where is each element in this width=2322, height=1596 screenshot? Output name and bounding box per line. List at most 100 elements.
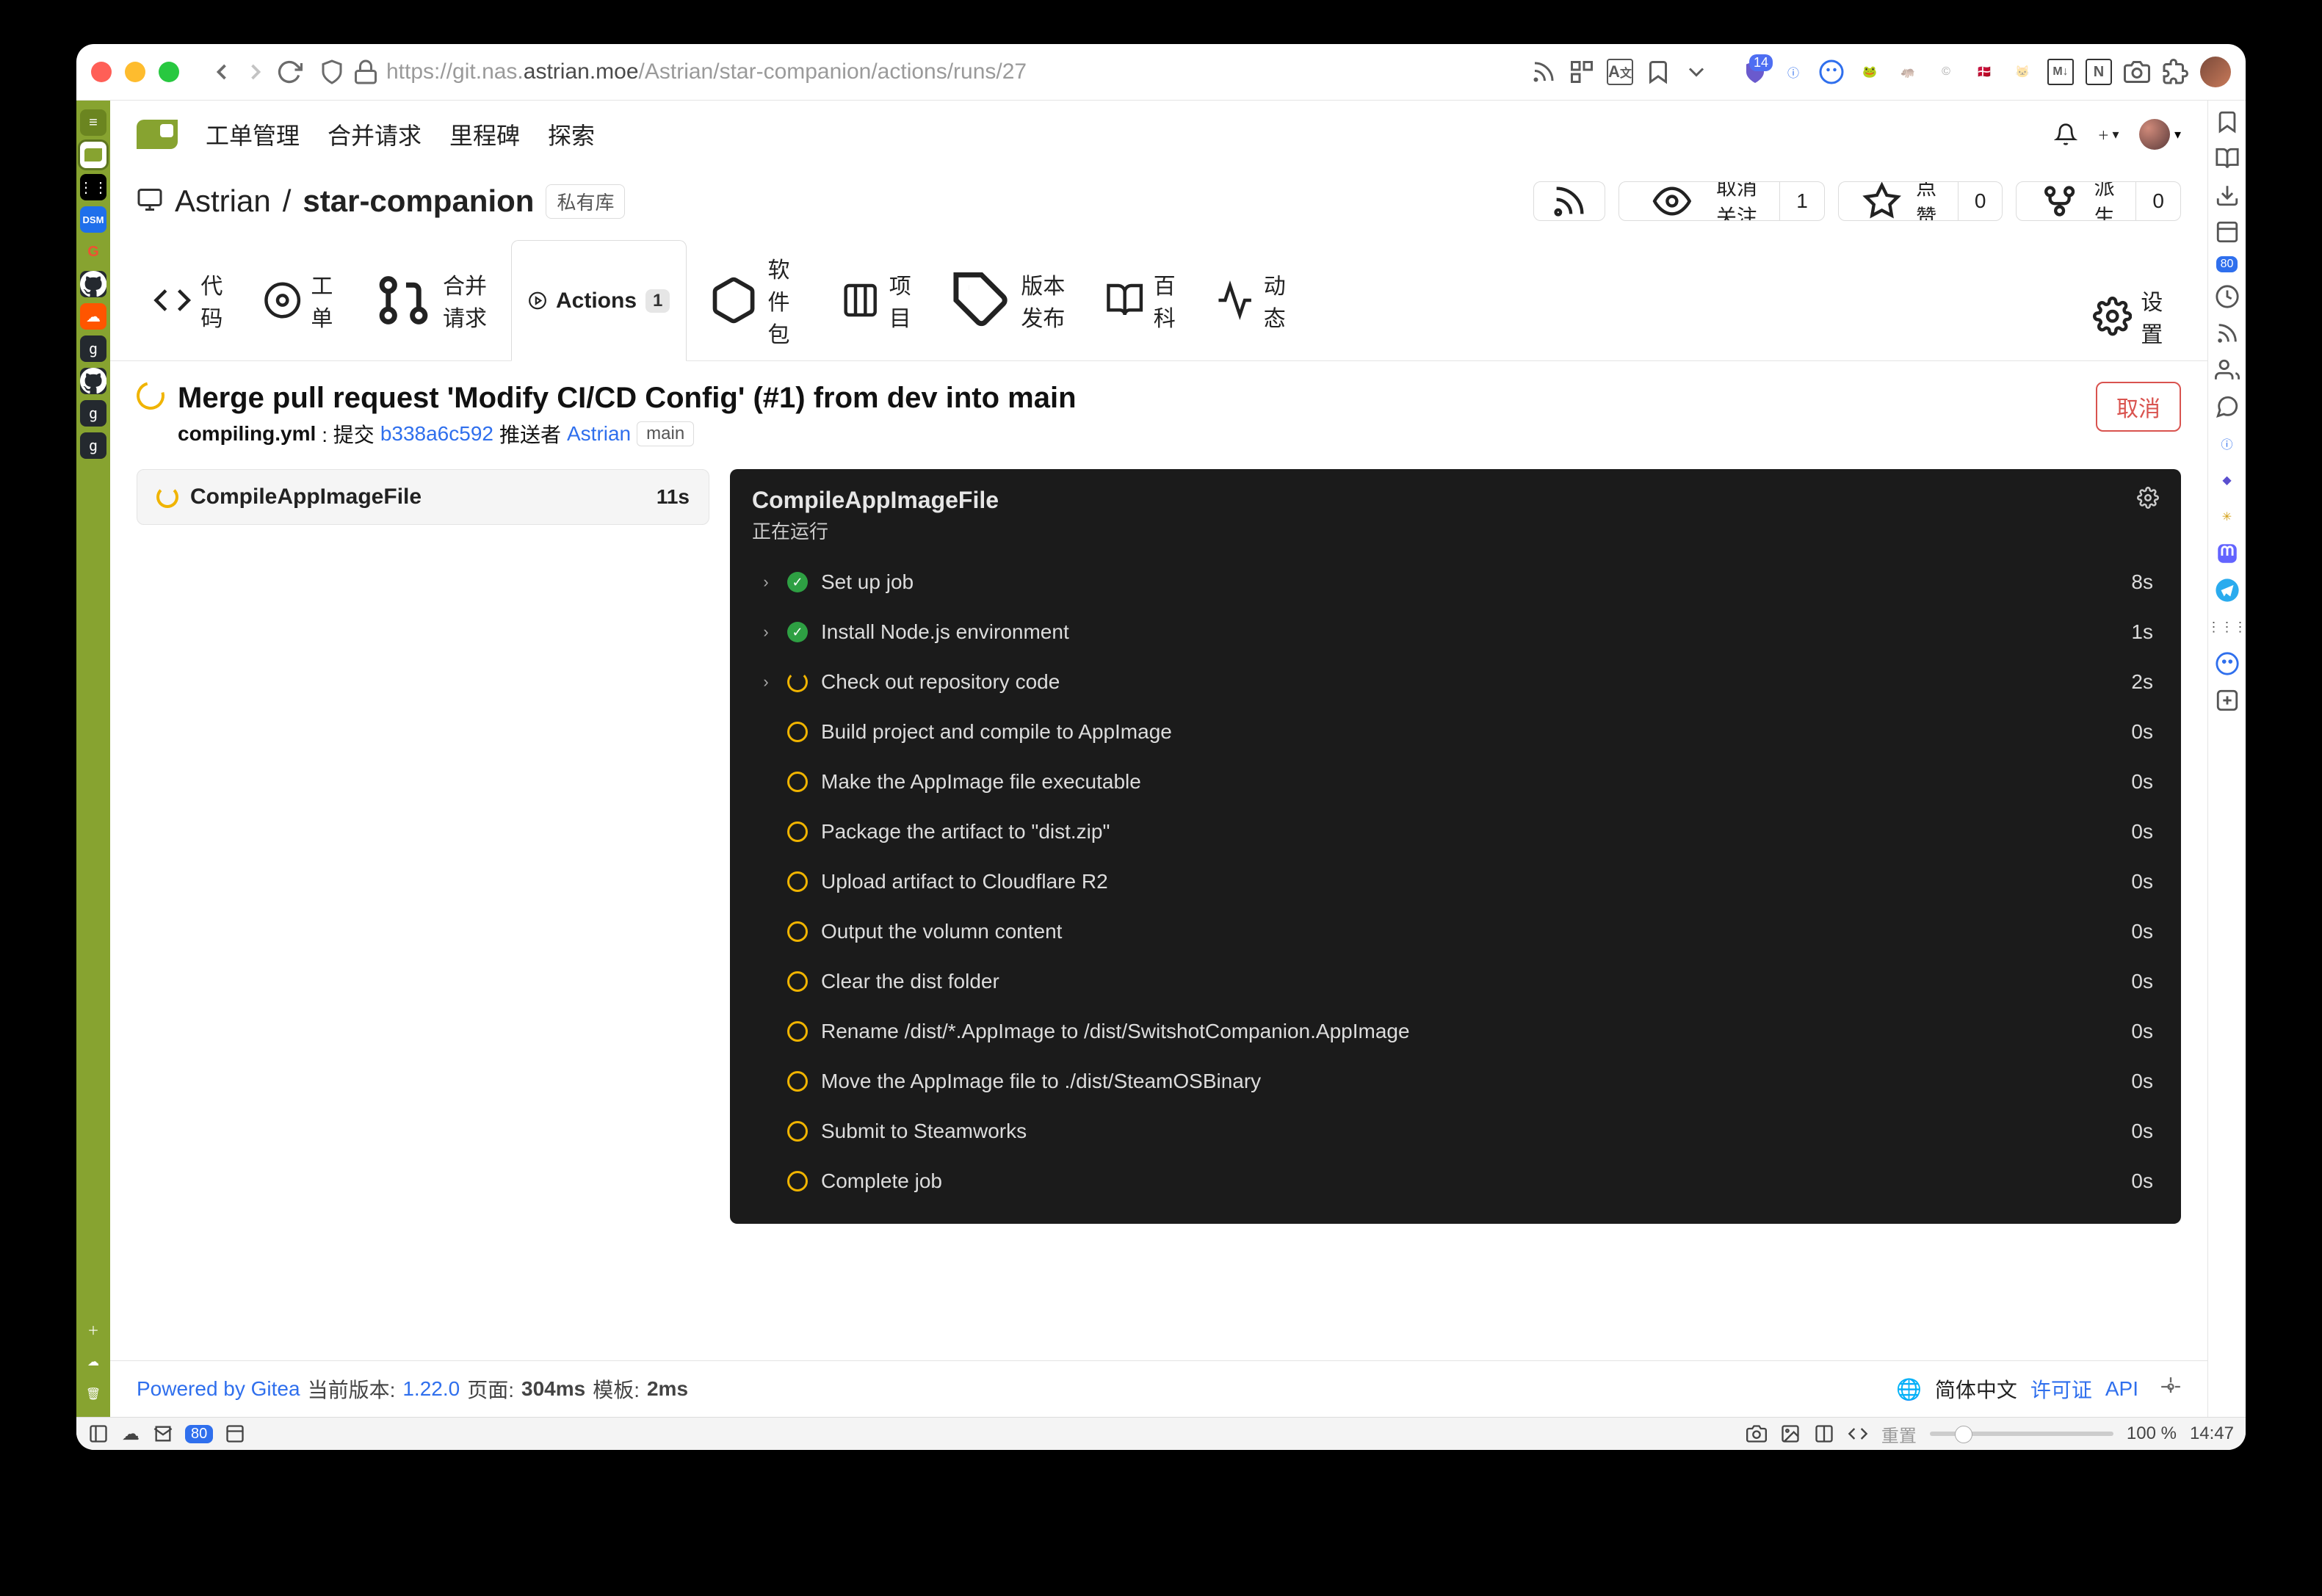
- license-link[interactable]: 许可证: [2030, 1374, 2092, 1404]
- sb-panel-icon[interactable]: [88, 1423, 109, 1444]
- rr-chat-icon[interactable]: [2215, 394, 2240, 419]
- rr-feed-icon[interactable]: [2215, 321, 2240, 346]
- ext-face-icon[interactable]: [1818, 59, 1845, 85]
- sb-window-icon[interactable]: [225, 1423, 245, 1444]
- api-link[interactable]: API: [2105, 1377, 2138, 1401]
- ext-puzzle-icon[interactable]: [2162, 59, 2188, 85]
- tab-projects[interactable]: 项目: [825, 240, 929, 360]
- nav-pulls[interactable]: 合并请求: [328, 117, 422, 151]
- rr-telegram-icon[interactable]: [2215, 578, 2240, 603]
- rr-cube-icon[interactable]: ◆: [2215, 468, 2240, 493]
- rail-cloud-button[interactable]: ☁: [81, 1349, 106, 1374]
- tab-settings[interactable]: 设置: [2077, 272, 2181, 360]
- sb-split-icon[interactable]: [1814, 1423, 1834, 1444]
- tab-issues[interactable]: 工单: [247, 240, 351, 360]
- rail-add-button[interactable]: ＋: [81, 1317, 106, 1342]
- forward-button[interactable]: [242, 59, 269, 85]
- workflow-file[interactable]: compiling.yml: [178, 422, 316, 446]
- sb-mail-icon[interactable]: [153, 1423, 173, 1444]
- rr-star-icon[interactable]: ✳: [2215, 504, 2240, 529]
- cancel-button[interactable]: 取消: [2096, 382, 2181, 432]
- ext-info-icon[interactable]: ⓘ: [1780, 59, 1806, 85]
- ext-md-icon[interactable]: M↓: [2047, 59, 2074, 85]
- tab-actions[interactable]: Actions1: [511, 240, 687, 361]
- rr-reading-icon[interactable]: [2215, 146, 2240, 171]
- panel-gear-icon[interactable]: [2137, 487, 2159, 512]
- step-row[interactable]: ›✓Set up job8s: [752, 557, 2159, 607]
- maximize-window-button[interactable]: [159, 62, 179, 82]
- rr-grid-icon[interactable]: ⋮⋮⋮: [2215, 614, 2240, 639]
- job-card[interactable]: CompileAppImageFile 11s: [137, 469, 709, 525]
- footer-gear-icon[interactable]: [2160, 1376, 2181, 1402]
- rr-download-icon[interactable]: [2215, 183, 2240, 208]
- zoom-reset-button[interactable]: 重置: [1881, 1421, 1917, 1447]
- nav-milestones[interactable]: 里程碑: [449, 117, 520, 151]
- back-button[interactable]: [209, 59, 235, 85]
- pusher-link[interactable]: Astrian: [567, 422, 631, 446]
- tab-activity[interactable]: 动态: [1199, 240, 1303, 360]
- rail-item-gitea[interactable]: [80, 142, 106, 168]
- rail-item-gist3[interactable]: g: [80, 432, 106, 459]
- profile-avatar[interactable]: [2200, 57, 2231, 87]
- language-menu[interactable]: 简体中文: [1935, 1374, 2017, 1404]
- fork-count[interactable]: 0: [2135, 182, 2180, 220]
- rail-trash-button[interactable]: 🗑: [81, 1382, 106, 1407]
- rail-item-github2[interactable]: [80, 368, 106, 394]
- rr-bookmark-icon[interactable]: [2215, 109, 2240, 134]
- ext-c-icon[interactable]: ©: [1933, 59, 1959, 85]
- rr-mastodon-icon[interactable]: [2215, 541, 2240, 566]
- close-window-button[interactable]: [91, 62, 112, 82]
- rail-item-dsm[interactable]: DSM: [80, 206, 106, 233]
- rail-item-soundcloud[interactable]: ☁: [80, 303, 106, 330]
- sb-tabs-count[interactable]: 80: [185, 1425, 213, 1443]
- url-bar[interactable]: https://git.nas.astrian.moe/Astrian/star…: [386, 59, 1027, 84]
- tab-pulls[interactable]: 合并请求: [357, 240, 505, 360]
- rr-info-icon[interactable]: ⓘ: [2215, 431, 2240, 456]
- gitea-logo[interactable]: [137, 120, 178, 149]
- rr-window-icon[interactable]: [2215, 220, 2240, 244]
- unwatch-button[interactable]: 取消关注: [1619, 182, 1779, 220]
- tab-packages[interactable]: 软件包: [692, 240, 819, 360]
- shield-icon[interactable]: [319, 59, 345, 85]
- rss-button[interactable]: [1533, 181, 1605, 221]
- reload-button[interactable]: [276, 59, 303, 85]
- bookmark-menu-icon[interactable]: [1683, 59, 1710, 85]
- lock-icon[interactable]: [352, 59, 379, 85]
- rr-contacts-icon[interactable]: [2215, 358, 2240, 382]
- watch-count[interactable]: 1: [1779, 182, 1824, 220]
- rail-item-github[interactable]: [80, 271, 106, 297]
- sb-cloud-icon[interactable]: ☁: [120, 1423, 141, 1444]
- minimize-window-button[interactable]: [125, 62, 145, 82]
- create-menu[interactable]: ＋▾: [2097, 123, 2120, 146]
- tab-wiki[interactable]: 百科: [1089, 240, 1193, 360]
- ext-flag-icon[interactable]: 🇩🇰: [1971, 59, 1997, 85]
- step-row[interactable]: ›✓Install Node.js environment1s: [752, 607, 2159, 657]
- tab-code[interactable]: 代码: [137, 240, 241, 360]
- star-button[interactable]: 点赞: [1839, 182, 1958, 220]
- translate-icon[interactable]: A文: [1607, 59, 1633, 85]
- star-count[interactable]: 0: [1958, 182, 2003, 220]
- repo-owner-link[interactable]: Astrian: [175, 184, 271, 219]
- rr-add-panel-button[interactable]: [2215, 688, 2240, 713]
- sb-camera-icon[interactable]: [1746, 1423, 1767, 1444]
- version-link[interactable]: 1.22.0: [402, 1377, 460, 1401]
- ext-n-icon[interactable]: N: [2086, 59, 2112, 85]
- nav-issues[interactable]: 工单管理: [206, 117, 300, 151]
- ext-hippo-icon[interactable]: 🦛: [1895, 59, 1921, 85]
- ext-shield-icon[interactable]: 14: [1742, 59, 1768, 85]
- branch-tag[interactable]: main: [637, 421, 694, 446]
- commit-sha[interactable]: b338a6c592: [380, 422, 493, 446]
- nav-explore[interactable]: 探索: [548, 117, 595, 151]
- bell-icon[interactable]: [2054, 123, 2077, 146]
- step-row[interactable]: ›Check out repository code2s: [752, 657, 2159, 707]
- rail-item-dots[interactable]: ⋮⋮: [80, 174, 106, 200]
- rr-tabs-badge[interactable]: 80: [2216, 256, 2238, 272]
- user-menu[interactable]: ▾: [2139, 119, 2181, 150]
- rail-item-stack[interactable]: ≡: [80, 109, 106, 136]
- ext-frog-icon[interactable]: 🐸: [1856, 59, 1883, 85]
- repo-name-link[interactable]: star-companion: [303, 184, 534, 219]
- sb-devtools-icon[interactable]: [1848, 1423, 1868, 1444]
- rail-item-g1[interactable]: G: [80, 239, 106, 265]
- fork-button[interactable]: 派生: [2017, 182, 2135, 220]
- rail-item-gist1[interactable]: g: [80, 335, 106, 362]
